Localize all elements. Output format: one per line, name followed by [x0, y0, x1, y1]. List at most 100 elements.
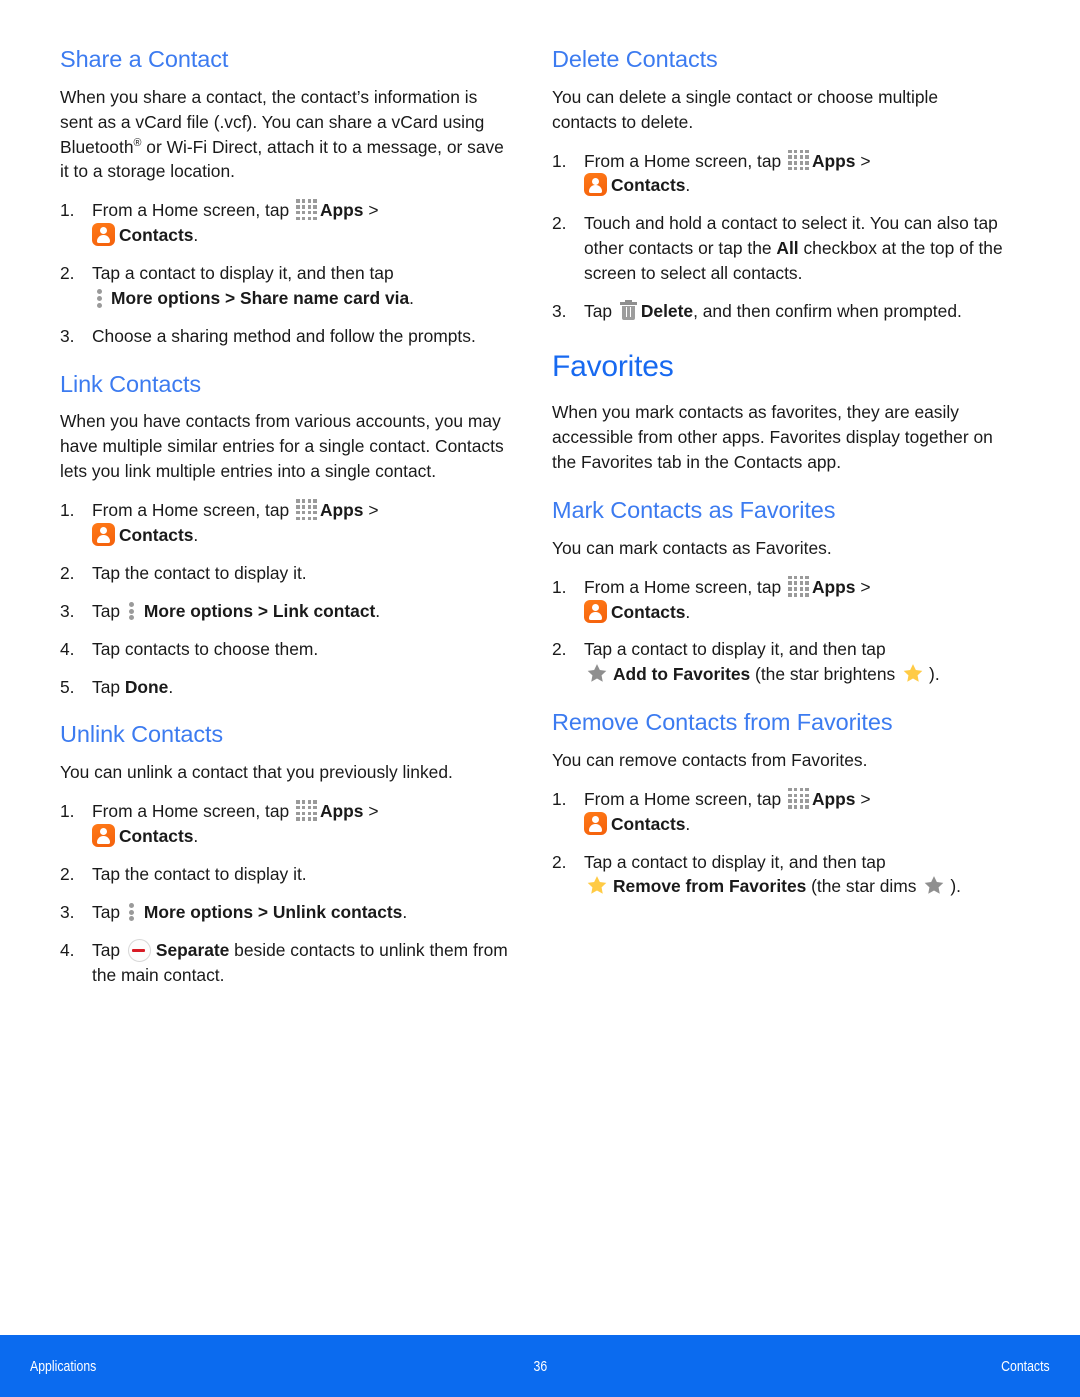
step-text: Tap: [92, 600, 125, 621]
all-checkbox-label: All: [776, 238, 799, 259]
heading-mark-contacts-as-favorites: Mark Contacts as Favorites: [552, 497, 836, 524]
step-text: , and then confirm when prompted.: [693, 300, 962, 321]
more-options-icon: [129, 901, 137, 923]
step-text: beside contacts to unlink them from the …: [92, 939, 508, 985]
contacts-label: Contacts: [119, 825, 194, 846]
step-text: Tap: [92, 676, 125, 697]
apps-grid-icon: [788, 787, 809, 809]
apps-label: Apps: [320, 801, 364, 822]
contacts-app-icon: [584, 173, 607, 197]
step-text: Tap: [92, 901, 125, 922]
step-text: .: [193, 825, 199, 846]
separate-label: Separate: [155, 939, 230, 960]
paragraph-unlink-contacts-intro: You can unlink a contact that you previo…: [60, 762, 453, 783]
step-text: Tap: [92, 939, 125, 960]
contacts-label: Contacts: [611, 601, 686, 622]
step-number: 1.: [60, 801, 75, 822]
step-number: 2.: [60, 263, 75, 284]
contacts-label: Contacts: [119, 225, 194, 246]
contacts-label: Contacts: [119, 525, 194, 546]
left-column: Share a Contact When you share a contact…: [60, 46, 512, 1320]
step-text: >: [855, 788, 871, 809]
step-text: Tap: [584, 300, 617, 321]
apps-label: Apps: [812, 788, 856, 809]
contacts-app-icon: [92, 523, 115, 547]
apps-label: Apps: [320, 500, 364, 521]
step-item: 3. Choose a sharing method and follow the…: [60, 324, 512, 349]
contacts-app-icon: [584, 599, 607, 623]
delete-label: Delete: [640, 300, 694, 321]
step-text: From a Home screen, tap: [584, 788, 786, 809]
paragraph-share-a-contact-intro: When you share a contact, the contact’s …: [60, 85, 512, 185]
step-text: .: [409, 287, 414, 308]
step-number: 1.: [552, 150, 567, 171]
step-number: 1.: [552, 576, 567, 597]
step-number: 1.: [552, 788, 567, 809]
step-item: 2. Tap a contact to display it, and then …: [552, 850, 1004, 900]
heading-remove-contacts-from-favorites: Remove Contacts from Favorites: [552, 709, 893, 736]
step-text: Tap contacts to choose them.: [92, 638, 319, 659]
apps-label: Apps: [320, 200, 364, 221]
contacts-app-icon: [584, 811, 607, 835]
step-text: .: [375, 600, 381, 621]
more-options-label: More options > Share name card via: [111, 287, 410, 308]
step-item: 3. Tap More options > Unlink contacts.: [60, 900, 512, 925]
footer-page-number: 36: [533, 1357, 547, 1375]
paragraph-delete-contacts-intro: You can delete a single contact or choos…: [552, 86, 939, 132]
step-item: 1. From a Home screen, tap Apps > Contact…: [552, 787, 1004, 837]
step-item: 2. Tap a contact to display it, and then …: [552, 637, 1004, 687]
steps-link-contacts: 1. From a Home screen, tap Apps > Contact…: [60, 498, 512, 699]
step-text: (the star dims: [806, 876, 922, 897]
step-text: >: [363, 500, 379, 521]
apps-grid-icon: [788, 149, 809, 171]
step-number: 3.: [60, 600, 75, 621]
step-item: 1. From a Home screen, tap Apps > Contact…: [60, 498, 512, 548]
step-text: From a Home screen, tap: [92, 500, 294, 521]
step-item: 2. Tap a contact to display it, and then …: [60, 261, 512, 311]
step-text: Tap a contact to display it, and then ta…: [92, 263, 394, 284]
contacts-label: Contacts: [611, 813, 686, 834]
heading-unlink-contacts: Unlink Contacts: [60, 721, 224, 748]
contacts-app-icon: [92, 223, 115, 247]
right-column: Delete Contacts You can delete a single …: [552, 46, 1004, 1320]
step-text: >: [855, 150, 871, 171]
step-text: From a Home screen, tap: [584, 576, 786, 597]
step-number: 3.: [60, 325, 75, 346]
paragraph-favorites-intro: When you mark contacts as favorites, the…: [552, 402, 993, 473]
step-item: 1. From a Home screen, tap Apps > Contact…: [552, 575, 1004, 625]
step-text: ).: [929, 664, 940, 685]
step-text: (the star brightens: [750, 664, 901, 685]
step-text: ).: [950, 876, 961, 897]
step-item: 2. Tap the contact to display it.: [60, 862, 512, 887]
step-text: >: [855, 576, 871, 597]
paragraph-link-contacts-intro: When you have contacts from various acco…: [60, 411, 504, 482]
heading-share-a-contact: Share a Contact: [60, 46, 229, 72]
step-number: 3.: [60, 901, 75, 922]
step-number: 2.: [552, 639, 567, 660]
star-gray-icon: [586, 663, 608, 684]
done-label: Done: [124, 676, 169, 697]
footer-chapter-label: Applications: [30, 1357, 97, 1375]
step-number: 5.: [60, 676, 75, 697]
apps-label: Apps: [812, 150, 856, 171]
step-item: 4. Tap Separate beside contacts to unlink…: [60, 938, 512, 988]
footer-section-label: Contacts: [1001, 1357, 1050, 1375]
apps-grid-icon: [296, 499, 317, 521]
step-text: Tap the contact to display it.: [92, 562, 307, 583]
step-text: .: [685, 175, 691, 196]
more-options-icon: [129, 600, 137, 622]
step-text: .: [168, 676, 174, 697]
paragraph-mark-favorites-intro: You can mark contacts as Favorites.: [552, 537, 832, 558]
step-text: >: [363, 801, 379, 822]
step-text: Tap a contact to display it, and then ta…: [584, 851, 886, 872]
apps-label: Apps: [812, 576, 856, 597]
step-item: 3. Tap More options > Link contact.: [60, 599, 512, 624]
contacts-app-icon: [92, 823, 115, 847]
page-footer: Applications 36 Contacts: [0, 1335, 1080, 1397]
step-text: Tap a contact to display it, and then ta…: [584, 639, 886, 660]
more-options-label: More options > Unlink contacts: [143, 901, 403, 922]
step-number: 2.: [60, 562, 75, 583]
star-gray-icon: [923, 875, 945, 896]
step-number: 2.: [552, 213, 567, 234]
trash-delete-icon: [619, 299, 637, 321]
